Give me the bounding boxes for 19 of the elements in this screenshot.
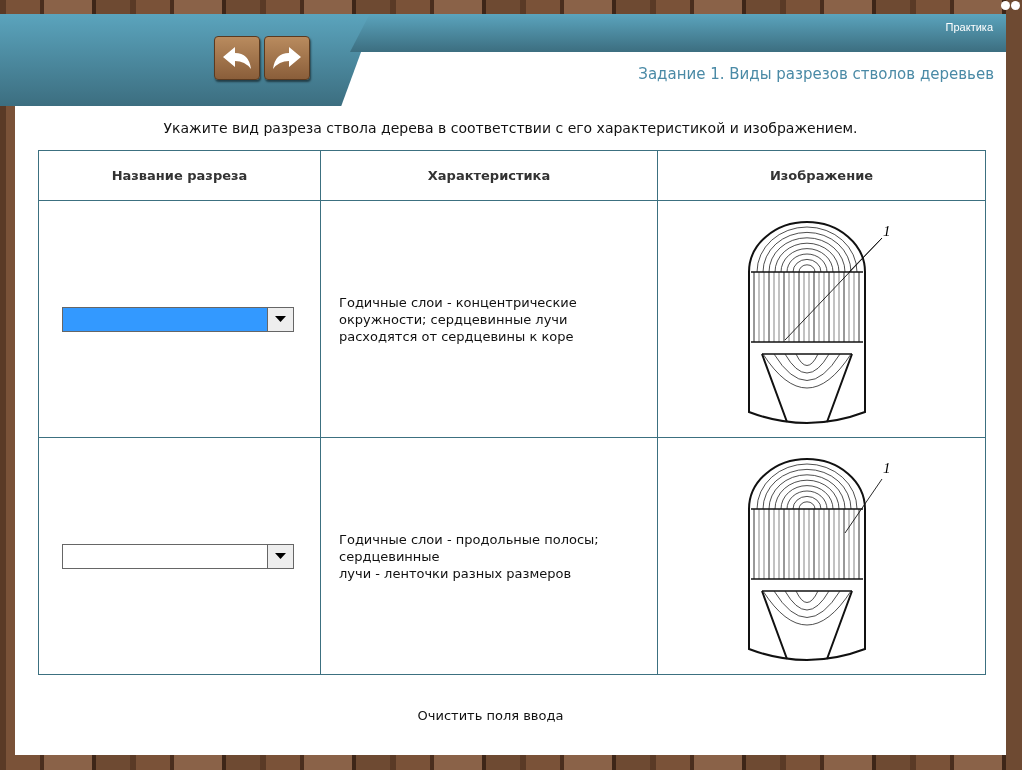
dropdown-field[interactable] (62, 543, 294, 569)
forward-button[interactable] (264, 36, 310, 80)
characteristic-text: Годичные слои - продольные полосы; сердцевинные лучи - ленточки разных размеров (339, 530, 600, 582)
clear-fields-button[interactable]: Очистить поля ввода (411, 707, 570, 724)
column-header: Изображение (657, 150, 986, 201)
dropdown-field[interactable] (62, 306, 294, 332)
back-arrow-icon (221, 45, 253, 71)
instruction-text: Укажите вид разреза ствола дерева в соответствии с его характеристикой и изображением. (162, 120, 859, 136)
back-button[interactable] (214, 36, 260, 80)
callout-number: 1 (882, 459, 890, 476)
dropdown-arrow-icon (275, 316, 286, 322)
task-title: Задание 1. Виды разрезов стволов деревьев (638, 65, 994, 83)
forward-arrow-icon (271, 45, 303, 71)
column-header: Характеристика (320, 150, 658, 201)
section-label: Практика (945, 21, 993, 33)
characteristic-text: Годичные слои - концентрические окружности; сердцевинные лучи расходятся от сердцевины к коре (339, 293, 578, 345)
dropdown-arrow-icon (275, 553, 286, 559)
callout-number: 1 (882, 222, 890, 239)
column-header: Название разреза (38, 150, 321, 201)
